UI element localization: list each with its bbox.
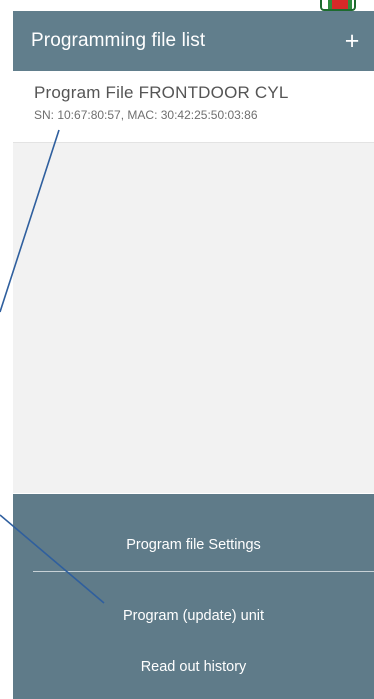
file-title: Program File FRONTDOOR CYL bbox=[34, 83, 289, 102]
partial-app-icon bbox=[320, 0, 356, 11]
app-bar: Programming file list + bbox=[13, 11, 374, 71]
read-out-history-button[interactable]: Read out history bbox=[13, 659, 374, 675]
app-screen: Programming file list + Program File FRO… bbox=[13, 11, 374, 699]
list-item[interactable]: Program File FRONTDOOR CYL SN: 10:67:80:… bbox=[13, 71, 374, 143]
program-file-settings-button[interactable]: Program file Settings bbox=[13, 537, 374, 553]
file-serial-mac: SN: 10:67:80:57, MAC: 30:42:25:50:03:86 bbox=[34, 108, 258, 122]
programming-file-list: Program File FRONTDOOR CYL SN: 10:67:80:… bbox=[13, 71, 374, 493]
page-title: Programming file list bbox=[31, 30, 206, 51]
add-icon[interactable]: + bbox=[338, 21, 366, 61]
program-update-unit-button[interactable]: Program (update) unit bbox=[13, 608, 374, 624]
bottom-action-menu: Program file Settings Program (update) u… bbox=[13, 494, 374, 699]
screenshot-stage: Programming file list + Program File FRO… bbox=[0, 0, 374, 699]
menu-divider bbox=[33, 571, 374, 572]
